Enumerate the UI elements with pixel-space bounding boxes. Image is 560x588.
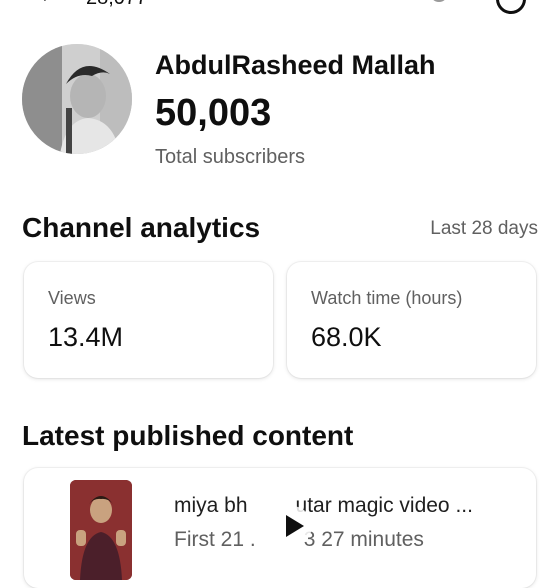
thumbnail-image [70,480,132,580]
top-bar: 28,077 [0,0,560,14]
latest-content-title: Latest published content [22,420,354,451]
watch-time-label: Watch time (hours) [311,288,463,308]
avatar-image [22,44,132,154]
account-icon[interactable] [496,0,526,14]
play-icon[interactable] [272,506,312,546]
latest-video-card[interactable]: miya bh utar magic video ... First 21 . 3 … [24,468,536,588]
video-title-part-2: utar magic video ... [295,494,473,517]
subscriber-count: 50,003 [155,92,272,134]
video-subtitle-part-2: 3 27 minutes [303,528,424,551]
top-bar-fragment: 28,077 [86,0,147,10]
video-subtitle-part-1: First 21 . [174,528,256,551]
watch-time-value: 68.0K [311,322,382,352]
views-label: Views [48,288,96,308]
notification-icon[interactable] [430,0,448,2]
views-value: 13.4M [48,322,124,352]
analytics-range[interactable]: Last 28 days [430,218,538,240]
channel-name: AbdulRasheed Mallah [155,50,436,80]
channel-avatar[interactable] [22,44,132,154]
subscriber-label: Total subscribers [155,146,306,168]
video-title-part-1: miya bh [174,494,248,517]
back-arrow-icon[interactable] [36,0,58,4]
analytics-title: Channel analytics [22,212,261,243]
views-card[interactable]: Views 13.4M [24,262,273,378]
video-title: miya bh utar magic video ... [174,494,473,518]
video-thumbnail[interactable] [70,480,132,580]
watch-time-card[interactable]: Watch time (hours) 68.0K [287,262,536,378]
